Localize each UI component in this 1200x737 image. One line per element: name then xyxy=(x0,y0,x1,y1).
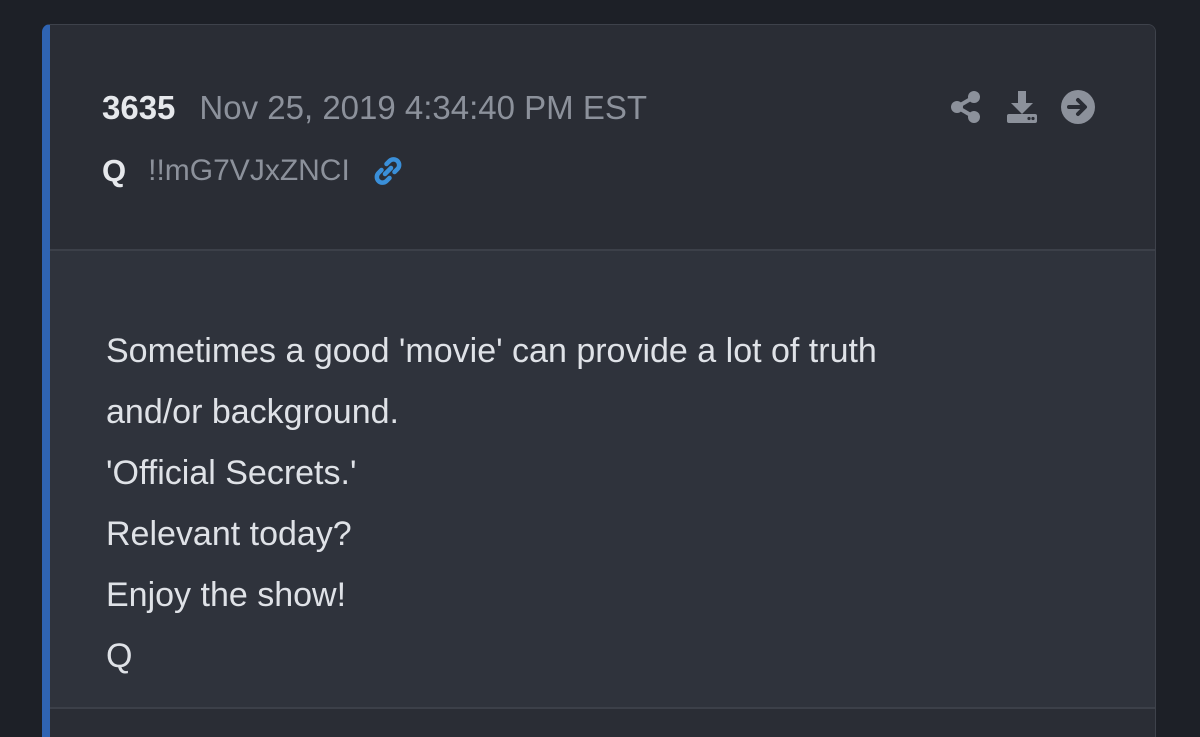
post-meta: 3635 Nov 25, 2019 4:34:40 PM EST xyxy=(102,89,647,127)
arrow-right-circle-icon[interactable] xyxy=(1060,89,1096,125)
download-icon[interactable] xyxy=(1004,89,1040,125)
post-number: 3635 xyxy=(102,89,176,126)
post-actions xyxy=(948,89,1096,125)
post-line: Enjoy the show! xyxy=(106,576,347,614)
link-icon[interactable] xyxy=(370,153,406,189)
post-body: Sometimes a good 'movie' can provide a l… xyxy=(50,251,1155,709)
author-tripcode: !!mG7VJxZNCI xyxy=(148,154,350,187)
post-line: 'Official Secrets.' xyxy=(106,454,357,492)
post-card: 3635 Nov 25, 2019 4:34:40 PM EST Q !!mG7… xyxy=(42,24,1156,737)
post-line: Relevant today? xyxy=(106,515,352,553)
share-icon[interactable] xyxy=(948,89,984,125)
author-name: Q xyxy=(102,153,127,188)
post-footer xyxy=(50,709,1155,737)
post-author: Q !!mG7VJxZNCI xyxy=(102,153,406,189)
post-text: Sometimes a good 'movie' can provide a l… xyxy=(106,321,1086,687)
post-line: Q xyxy=(106,637,133,675)
page: 3635 Nov 25, 2019 4:34:40 PM EST Q !!mG7… xyxy=(0,0,1200,737)
post-line: and/or background. xyxy=(106,393,399,431)
post-date: Nov 25, 2019 4:34:40 PM EST xyxy=(199,89,648,126)
post-header: 3635 Nov 25, 2019 4:34:40 PM EST Q !!mG7… xyxy=(50,25,1155,251)
post-line: Sometimes a good 'movie' can provide a l… xyxy=(106,332,877,370)
